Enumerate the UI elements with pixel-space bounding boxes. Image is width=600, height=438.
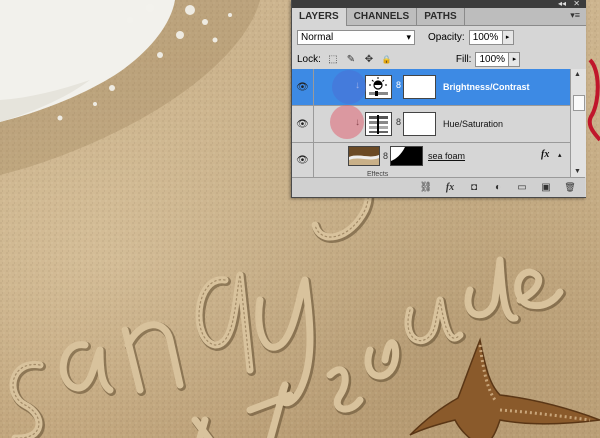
- layers-panel: ◂◂ ✕ LAYERS CHANNELS PATHS ▾≡ Normal ▾ O…: [291, 0, 586, 198]
- collapse-icon[interactable]: ◂◂: [558, 0, 566, 8]
- layers-scrollbar[interactable]: ▲ ▼: [570, 69, 586, 177]
- visibility-eye-icon[interactable]: 👁: [292, 106, 314, 142]
- add-mask-icon[interactable]: ◘: [467, 182, 481, 193]
- layer-effects-icon[interactable]: fx: [541, 149, 549, 160]
- tab-channels[interactable]: CHANNELS: [347, 8, 418, 25]
- layer-row-hue-saturation[interactable]: 👁 ↓ 8 Hue/Saturation: [292, 106, 570, 143]
- layers-bottom-toolbar: ⛓ fx ◘ ◐ ▭ ▣ 🗑: [292, 177, 585, 197]
- scroll-thumb[interactable]: [573, 95, 585, 111]
- lock-image-icon[interactable]: ✎: [345, 53, 357, 65]
- clipping-arrow-icon: ↓: [355, 80, 360, 91]
- layers-list: 👁 ↓ 8 Brightness/Contrast 👁 ↓ 8 Hue/Satu…: [292, 69, 570, 177]
- hue-saturation-thumbnail[interactable]: [365, 112, 392, 136]
- sea-foam-thumbnail[interactable]: [348, 146, 380, 166]
- opacity-label: Opacity:: [428, 31, 465, 43]
- layer-row-brightness-contrast[interactable]: 👁 ↓ 8 Brightness/Contrast: [292, 69, 570, 106]
- tab-paths[interactable]: PATHS: [417, 8, 465, 25]
- panel-menu-icon[interactable]: ▾≡: [570, 10, 580, 21]
- brightness-contrast-thumbnail[interactable]: [365, 75, 392, 99]
- fill-label: Fill:: [455, 53, 472, 65]
- visibility-eye-icon[interactable]: 👁: [292, 143, 314, 177]
- delete-layer-icon[interactable]: 🗑: [563, 182, 577, 193]
- blend-opacity-row: Normal ▾ Opacity: 100% ▸: [292, 26, 586, 48]
- layer-mask-thumbnail[interactable]: [403, 112, 436, 136]
- lock-transparent-icon[interactable]: ⬚: [327, 53, 339, 65]
- layer-name[interactable]: Brightness/Contrast: [443, 82, 530, 92]
- layer-mask-thumbnail[interactable]: [403, 75, 436, 99]
- layer-name[interactable]: sea foam: [428, 151, 465, 161]
- lock-position-icon[interactable]: ✥: [363, 53, 375, 65]
- layer-mask-thumbnail[interactable]: [390, 146, 423, 166]
- layer-row-sea-foam[interactable]: 👁 8 sea foam fx ▴ Effects: [292, 143, 570, 177]
- fill-stepper[interactable]: ▸: [509, 51, 521, 67]
- lock-label: Lock:: [297, 53, 321, 65]
- layer-name[interactable]: Hue/Saturation: [443, 119, 503, 129]
- tab-layers[interactable]: LAYERS: [292, 8, 347, 26]
- mask-link-icon[interactable]: 8: [396, 117, 401, 127]
- clipping-arrow-icon: ↓: [355, 117, 360, 128]
- adjustment-layer-icon[interactable]: ◐: [491, 182, 505, 193]
- panel-titlebar: ◂◂ ✕: [292, 0, 586, 8]
- visibility-eye-icon[interactable]: 👁: [292, 69, 314, 105]
- blend-mode-value: Normal: [301, 31, 334, 43]
- chevron-down-icon: ▾: [406, 31, 411, 42]
- scroll-up-icon[interactable]: ▲: [574, 71, 581, 78]
- scroll-down-icon[interactable]: ▼: [574, 168, 581, 175]
- expand-effects-icon[interactable]: ▴: [558, 151, 562, 159]
- lock-all-icon[interactable]: 🔒: [381, 53, 393, 65]
- mask-link-icon[interactable]: 8: [396, 80, 401, 90]
- new-layer-icon[interactable]: ▣: [539, 182, 553, 193]
- opacity-stepper[interactable]: ▸: [502, 29, 514, 45]
- blend-mode-select[interactable]: Normal ▾: [297, 29, 415, 45]
- panel-tabs: LAYERS CHANNELS PATHS ▾≡: [292, 8, 586, 26]
- new-group-icon[interactable]: ▭: [515, 182, 529, 193]
- opacity-field[interactable]: 100%: [468, 29, 503, 45]
- fill-field[interactable]: 100%: [475, 51, 510, 67]
- add-style-icon[interactable]: fx: [443, 182, 457, 193]
- mask-link-icon[interactable]: 8: [383, 151, 388, 161]
- close-icon[interactable]: ✕: [573, 0, 580, 8]
- lock-fill-row: Lock: ⬚ ✎ ✥ 🔒 Fill: 100% ▸: [292, 48, 586, 71]
- link-layers-icon[interactable]: ⛓: [419, 182, 433, 193]
